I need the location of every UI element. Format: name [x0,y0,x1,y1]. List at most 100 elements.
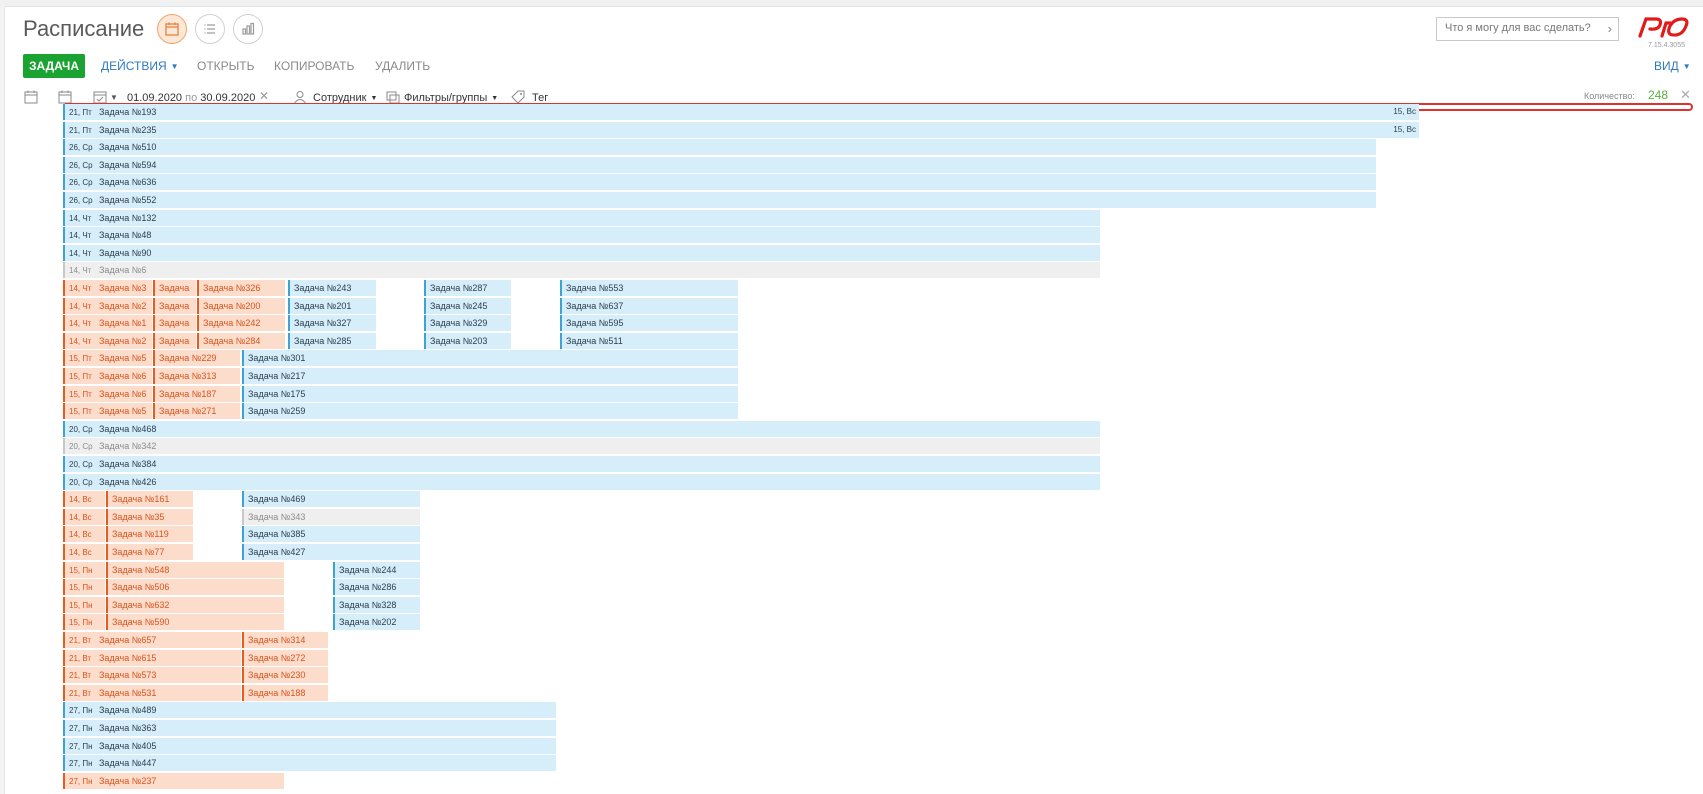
list-view-button[interactable] [195,14,225,44]
open-button[interactable]: ОТКРЫТЬ [197,59,255,73]
task-bar[interactable]: 27, Пн Задача №447 [63,755,556,772]
task-bar[interactable]: Задача №187 [153,385,240,402]
close-icon[interactable]: ✕ [1680,87,1691,103]
task-bar[interactable]: Задача №229 [153,350,240,367]
search-input[interactable]: Что я могу для вас сделать? › [1436,17,1619,41]
task-bar[interactable]: Задача №202 [333,614,420,631]
task-bar[interactable]: 20, Ср Задача №426 [63,473,1100,490]
task-bar[interactable]: Задача №200 [197,297,285,314]
task-bar[interactable]: Задача №328 [333,596,420,613]
task-bar[interactable]: 21, Вт Задача №615 [63,649,241,666]
task-bar[interactable]: Задача №203 [424,332,511,349]
task-bar[interactable]: 21, Вт Задача №531 [63,684,241,701]
task-bar[interactable]: Задача №245 [424,297,511,314]
task-bar[interactable]: Задача №385 [242,526,420,543]
task-bar[interactable]: Задача [153,315,196,332]
clear-date-icon[interactable]: ✕ [259,89,269,103]
task-bar[interactable]: Задача №595 [560,315,738,332]
task-bar[interactable]: Задача №284 [197,332,285,349]
task-bar[interactable]: 20, Ср Задача №384 [63,456,1100,472]
view-menu[interactable]: ВИД ▼ [1654,59,1691,73]
task-bar[interactable]: Задача №217 [242,368,738,384]
task-bar[interactable]: 15, Пн [63,614,105,631]
task-bar[interactable]: 14, Вс [63,526,105,543]
task-bar[interactable]: Задача №553 [560,280,738,296]
task-bar[interactable]: Задача №119 [106,526,193,543]
task-bar[interactable]: Задача №201 [288,297,376,314]
task-bar[interactable]: 14, Чт Задача №90 [63,244,1100,261]
task-bar[interactable]: 14, Чт Задача №2 [63,297,152,314]
task-bar[interactable]: Задача №35 [106,508,193,525]
task-bar[interactable]: Задача №590 [106,614,284,631]
task-bar[interactable]: 27, Пн Задача №489 [63,702,556,719]
caret-down-icon[interactable]: ▼ [110,93,118,102]
chevron-right-icon[interactable]: › [1608,21,1612,36]
task-bar[interactable]: Задача №511 [560,332,738,349]
task-bar[interactable]: Задача №637 [560,297,738,314]
task-bar[interactable]: Задача №326 [197,280,285,296]
task-bar[interactable]: 14, Вс [63,544,105,560]
task-bar[interactable]: Задача №286 [333,579,420,596]
task-bar[interactable]: Задача №548 [106,561,284,578]
task-bar[interactable]: Задача №77 [106,544,193,560]
task-bar[interactable]: Задача №301 [242,350,738,367]
task-bar[interactable]: 15, Пн [63,561,105,578]
task-bar[interactable]: Задача №188 [242,684,328,701]
task-bar[interactable]: 15, Пт Задача №5 [63,403,152,420]
task-bar[interactable]: 27, Пн Задача №405 [63,737,556,754]
task-bar[interactable]: 14, Чт Задача №2 [63,332,152,349]
task-bar[interactable]: 15, Пн [63,579,105,596]
task-bar[interactable]: Задача №175 [242,385,738,402]
task-bar[interactable]: 15, Пн [63,596,105,613]
task-bar[interactable]: 14, Вс [63,491,105,508]
task-bar[interactable]: Задача №343 [242,508,420,525]
task-bar[interactable]: 14, Чт Задача №6 [63,262,1100,279]
task-bar[interactable]: Задача №272 [242,649,328,666]
task-bar[interactable]: Задача №244 [333,561,420,578]
task-bar[interactable]: Задача [153,332,196,349]
task-bar[interactable]: Задача №285 [288,332,376,349]
calendar-today-icon[interactable] [23,89,39,105]
task-bar[interactable]: Задача №161 [106,491,193,508]
task-bar[interactable]: 21, Пт Задача №193 15, Вс [63,104,1419,120]
task-bar[interactable]: 20, Ср Задача №342 [63,438,1100,455]
task-bar[interactable]: 21, Вт Задача №573 [63,667,241,684]
task-bar[interactable]: Задача №632 [106,596,284,613]
task-bar[interactable]: 14, Чт Задача №1 [63,315,152,332]
task-bar[interactable]: 26, Ср Задача №510 [63,139,1376,156]
task-bar[interactable]: Задача №427 [242,544,420,560]
task-bar[interactable]: Задача №230 [242,667,328,684]
new-task-button[interactable]: ЗАДАЧА [23,54,85,78]
task-bar[interactable]: Задача [153,297,196,314]
task-bar[interactable]: Задача №287 [424,280,511,296]
task-bar[interactable]: Задача №469 [242,491,420,508]
task-bar[interactable]: 15, Пт Задача №6 [63,368,152,384]
task-bar[interactable]: 27, Пн Задача №363 [63,720,556,736]
calendar-view-button[interactable] [157,14,187,44]
task-bar[interactable]: 26, Ср Задача №594 [63,156,1376,173]
task-bar[interactable]: Задача №506 [106,579,284,596]
task-bar[interactable]: Задача [153,280,196,296]
task-bar[interactable]: 14, Вс [63,508,105,525]
task-bar[interactable]: 14, Чт Задача №132 [63,209,1100,226]
task-bar[interactable]: 15, Пт Задача №6 [63,385,152,402]
task-bar[interactable]: 26, Ср Задача №552 [63,192,1376,208]
task-bar[interactable]: Задача №313 [153,368,240,384]
task-bar[interactable]: Задача №271 [153,403,240,420]
task-bar[interactable]: 15, Пт Задача №5 [63,350,152,367]
task-bar[interactable]: Задача №242 [197,315,285,332]
task-bar[interactable]: 20, Ср Задача №468 [63,420,1100,437]
delete-button[interactable]: УДАЛИТЬ [375,59,430,73]
task-bar[interactable]: Задача №314 [242,632,328,648]
chart-view-button[interactable] [233,14,263,44]
task-bar[interactable]: 14, Чт Задача №48 [63,227,1100,244]
task-bar[interactable]: 14, Чт Задача №3 [63,280,152,296]
task-bar[interactable]: 21, Пт Задача №235 15, Вс [63,121,1419,138]
copy-button[interactable]: КОПИРОВАТЬ [274,59,354,73]
task-bar[interactable]: 21, Вт Задача №657 [63,632,241,648]
task-bar[interactable]: Задача №243 [288,280,376,296]
task-bar[interactable]: 27, Пн Задача №237 [63,772,284,789]
task-bar[interactable]: Задача №259 [242,403,738,420]
actions-menu[interactable]: ДЕЙСТВИЯ ▼ [101,59,179,73]
task-bar[interactable]: Задача №327 [288,315,376,332]
